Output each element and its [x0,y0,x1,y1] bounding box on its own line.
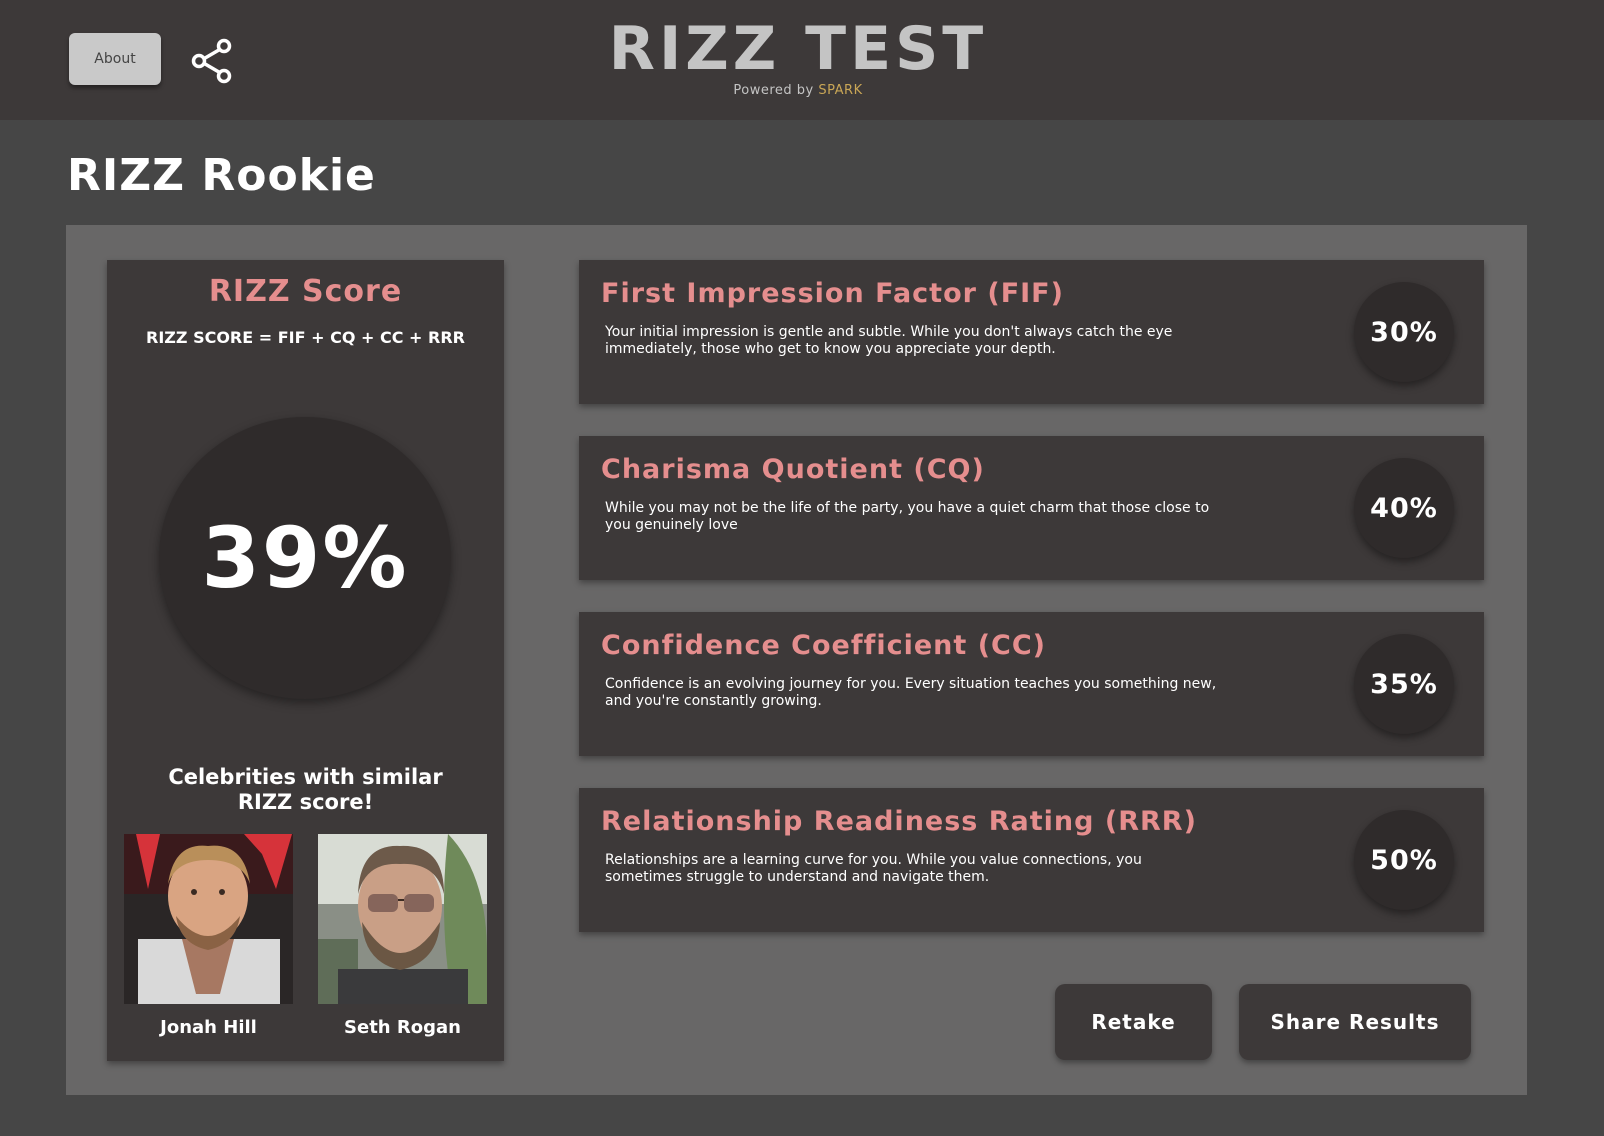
share-results-button[interactable]: Share Results [1239,984,1471,1060]
metric-card-fif: First Impression Factor (FIF) Your initi… [579,260,1484,404]
brand-name: SPARK [818,83,863,98]
powered-by: Powered by SPARK [560,83,1036,98]
metric-value: 35% [1370,668,1438,700]
metric-card-cc: Confidence Coefficient (CC) Confidence i… [579,612,1484,756]
metric-description: Your initial impression is gentle and su… [605,324,1173,357]
metric-card-rrr: Relationship Readiness Rating (RRR) Rela… [579,788,1484,932]
share-icon[interactable] [190,38,234,84]
app-title: RIZZ TEST [608,14,988,84]
score-formula: RIZZ SCORE = FIF + CQ + CC + RRR [146,328,465,347]
top-bar: About RIZZ TEST Powered by SPARK [0,0,1604,120]
celebrity-name: Seth Rogan [344,1017,461,1038]
metric-score-circle: 35% [1354,634,1454,734]
score-card: RIZZ Score RIZZ SCORE = FIF + CQ + CC + … [107,260,504,1061]
metric-description: Confidence is an evolving journey for yo… [605,676,1217,709]
metric-description: Relationships are a learning curve for y… [605,852,1142,885]
score-circle: 39% [159,417,451,699]
rank-title: RIZZ Rookie [67,150,376,201]
metric-value: 50% [1370,844,1438,876]
score-heading: RIZZ Score [208,274,403,309]
celebrity-photo-seth-rogan [318,834,487,1004]
metric-title: First Impression Factor (FIF) [601,278,1064,309]
metric-title: Confidence Coefficient (CC) [601,630,1046,661]
metric-score-circle: 40% [1354,458,1454,558]
metric-score-circle: 50% [1354,810,1454,910]
metric-score-circle: 30% [1354,282,1454,382]
celebrity-name: Jonah Hill [160,1017,257,1038]
metric-value: 40% [1370,492,1438,524]
celebrities-heading: Celebrities with similar RIZZ score! [168,765,443,814]
metric-title: Charisma Quotient (CQ) [601,454,985,485]
metric-description: While you may not be the life of the par… [605,500,1210,533]
about-button[interactable]: About [69,33,161,85]
retake-button[interactable]: Retake [1055,984,1212,1060]
metric-title: Relationship Readiness Rating (RRR) [601,806,1197,837]
metric-card-cq: Charisma Quotient (CQ) While you may not… [579,436,1484,580]
score-value: 39% [201,509,409,607]
powered-by-prefix: Powered by [733,83,814,98]
celebrity-photo-jonah-hill [124,834,293,1004]
metric-value: 30% [1370,316,1438,348]
